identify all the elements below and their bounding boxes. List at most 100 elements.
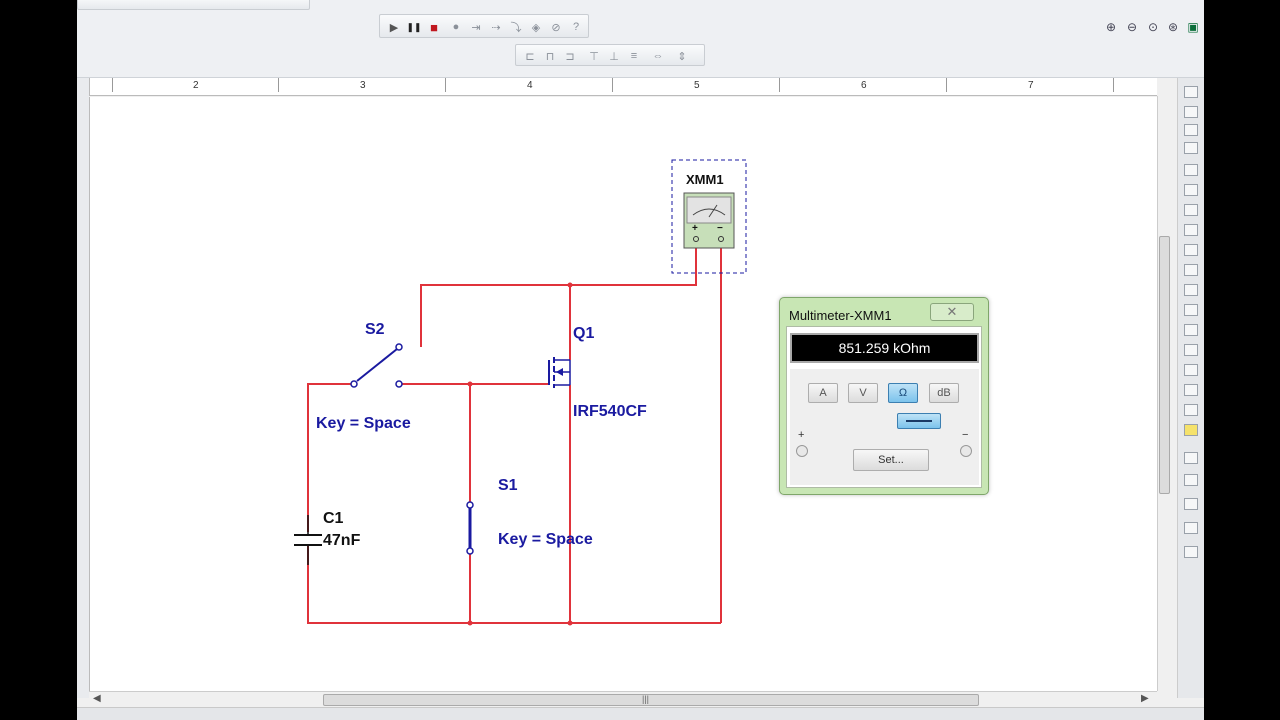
c1-value: 47nF <box>323 532 361 549</box>
probe-icon[interactable]: ⊘ <box>548 19 564 35</box>
help-icon[interactable]: ? <box>568 19 584 35</box>
vertical-scrollbar[interactable] <box>1157 96 1171 691</box>
switch-s1[interactable]: S1 Key = Space <box>466 477 593 555</box>
instrument-icon[interactable] <box>1184 184 1198 196</box>
instrument-icon[interactable] <box>1184 384 1198 396</box>
instrument-icon[interactable] <box>1184 164 1198 176</box>
multimeter-window-title: Multimeter-XMM1 <box>789 308 892 323</box>
align-toolbar: ⊏ ⊓ ⊐ ⊤ ⊥ ≡ ⇔ ⇕ <box>515 44 705 66</box>
switch-s2[interactable]: S2 Key = Space <box>316 321 411 432</box>
ruler-tick <box>779 78 780 92</box>
instrument-icon[interactable] <box>1184 522 1198 534</box>
align-middle-icon[interactable]: ⊥ <box>606 48 622 64</box>
plus-jack[interactable] <box>796 445 808 457</box>
align-bottom-icon[interactable]: ≡ <box>626 48 642 64</box>
instrument-icon[interactable] <box>1184 546 1198 558</box>
instrument-icon[interactable] <box>1184 474 1198 486</box>
dc-mode-button[interactable] <box>897 413 941 429</box>
instrument-icon[interactable] <box>1184 284 1198 296</box>
instrument-icon[interactable] <box>1184 224 1198 236</box>
stop-simulation-button[interactable]: ■ <box>426 19 442 35</box>
schematic-canvas[interactable]: XMM1 + − S2 Key = Space Q1 IRF540CF S1 K… <box>89 97 1157 691</box>
record-icon[interactable]: ● <box>448 19 464 35</box>
horizontal-ruler: 2 3 4 5 6 7 <box>89 78 1157 96</box>
ruler-label: 3 <box>360 80 366 91</box>
wires <box>307 241 722 624</box>
ruler-label: 6 <box>861 80 867 91</box>
run-simulation-button[interactable]: ▶ <box>386 19 402 35</box>
zoom-in-icon[interactable]: ⊕ <box>1102 18 1120 36</box>
align-top-icon[interactable]: ⊤ <box>586 48 602 64</box>
instrument-icon[interactable] <box>1184 244 1198 256</box>
instrument-icon[interactable] <box>1184 364 1198 376</box>
pause-simulation-button[interactable]: ❚❚ <box>406 19 422 35</box>
junction-dot <box>567 620 573 626</box>
switch-contact <box>395 380 403 388</box>
zoom-fit-icon[interactable]: ⊛ <box>1164 18 1182 36</box>
step-over-icon[interactable]: ⇢ <box>488 19 504 35</box>
scroll-right-icon[interactable]: ▶ <box>1141 693 1149 704</box>
grip-icon: ||| <box>642 694 650 704</box>
q1-part-label: IRF540CF <box>573 403 647 420</box>
step-icon[interactable]: ⇥ <box>468 19 484 35</box>
instrument-icon[interactable] <box>1184 124 1198 136</box>
capacitor-c1[interactable]: C1 47nF <box>294 510 361 565</box>
scroll-left-icon[interactable]: ◀ <box>93 693 101 704</box>
instrument-icon[interactable] <box>1184 304 1198 316</box>
instrument-icon[interactable] <box>1184 498 1198 510</box>
instrument-icon[interactable] <box>1184 204 1198 216</box>
junction-dot <box>467 620 473 626</box>
instrument-icon[interactable] <box>1184 404 1198 416</box>
multimeter-window[interactable]: Multimeter-XMM1 ✕ 851.259 kOhm A V Ω dB … <box>779 297 989 495</box>
instrument-icon[interactable] <box>1184 344 1198 356</box>
multimeter-body: 851.259 kOhm A V Ω dB + Set... − <box>786 326 982 488</box>
ruler-label: 4 <box>527 80 533 91</box>
close-button[interactable]: ✕ <box>930 303 974 321</box>
ruler-label: 2 <box>193 80 199 91</box>
switch-contact <box>466 547 474 555</box>
mosfet-q1[interactable]: Q1 IRF540CF <box>548 325 647 420</box>
instrument-icon[interactable] <box>1184 452 1198 464</box>
set-button[interactable]: Set... <box>853 449 929 471</box>
zoom-area-icon[interactable]: ⊙ <box>1144 18 1162 36</box>
plus-terminal-label: + <box>798 429 805 441</box>
decibel-mode-button[interactable]: dB <box>929 383 959 403</box>
multimeter-label: XMM1 <box>686 172 724 187</box>
voltmeter-mode-button[interactable]: V <box>848 383 878 403</box>
instrument-icon[interactable] <box>1184 264 1198 276</box>
instrument-icon[interactable] <box>1184 324 1198 336</box>
instrument-icon[interactable] <box>1184 142 1198 154</box>
instrument-icon[interactable] <box>1184 106 1198 118</box>
vertical-scroll-thumb[interactable] <box>1159 236 1170 494</box>
s1-key-label: Key = Space <box>498 531 593 548</box>
align-center-icon[interactable]: ⊓ <box>542 48 558 64</box>
s2-key-label: Key = Space <box>316 415 411 432</box>
distribute-h-icon[interactable]: ⇔ <box>650 48 666 64</box>
breakpoint-icon[interactable]: ◈ <box>528 19 544 35</box>
s1-label: S1 <box>498 477 518 494</box>
status-bar <box>77 707 1204 720</box>
horizontal-scrollbar[interactable]: ◀ ||| ▶ <box>89 691 1157 707</box>
align-left-icon[interactable]: ⊏ <box>522 48 538 64</box>
minus-jack[interactable] <box>960 445 972 457</box>
wire-top <box>420 241 697 347</box>
full-screen-icon[interactable]: ▣ <box>1184 18 1202 36</box>
multimeter-plus: + <box>692 223 698 234</box>
multimeter-symbol-xmm1[interactable]: XMM1 + − <box>671 159 747 274</box>
instrument-icon[interactable] <box>1184 86 1198 98</box>
step-into-icon[interactable]: ⤵ <box>508 19 524 35</box>
ohmmeter-mode-button[interactable]: Ω <box>888 383 918 403</box>
zoom-out-icon[interactable]: ⊖ <box>1123 18 1141 36</box>
schematic-drawing: XMM1 + − S2 Key = Space Q1 IRF540CF S1 K… <box>294 159 747 626</box>
instrument-icon[interactable] <box>1184 424 1198 436</box>
ammeter-mode-button[interactable]: A <box>808 383 838 403</box>
distribute-v-icon[interactable]: ⇕ <box>674 48 690 64</box>
arrow-icon <box>556 368 563 376</box>
ruler-label: 5 <box>694 80 700 91</box>
switch-contact <box>466 501 474 509</box>
dc-line-icon <box>906 420 932 422</box>
horizontal-scroll-thumb[interactable]: ||| <box>323 694 979 706</box>
align-right-icon[interactable]: ⊐ <box>562 48 578 64</box>
ruler-tick <box>445 78 446 92</box>
meter-face <box>686 196 732 224</box>
